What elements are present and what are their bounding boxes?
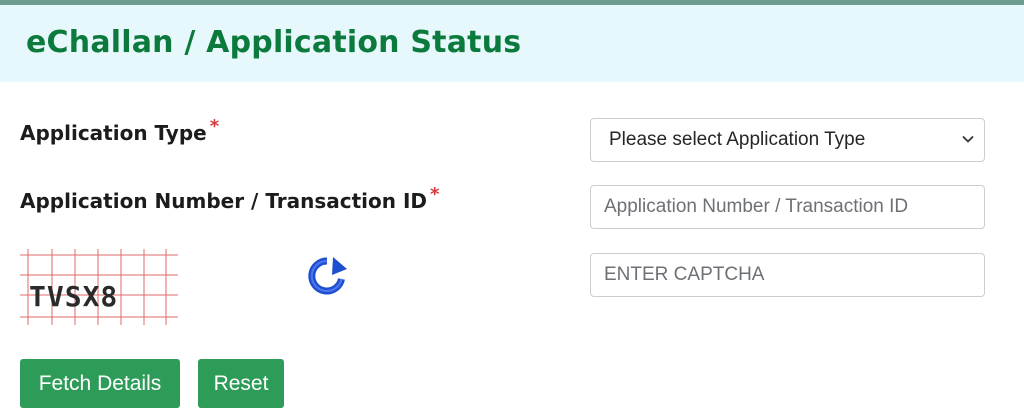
fetch-details-button[interactable]: Fetch Details <box>20 359 180 408</box>
application-type-selected-text: Please select Application Type <box>609 129 866 150</box>
application-type-label: Application Type * <box>20 116 219 145</box>
captcha-image: TVSX8 <box>20 249 178 325</box>
captcha-text: TVSX8 <box>29 280 118 313</box>
refresh-icon[interactable] <box>306 255 348 297</box>
required-marker: * <box>430 184 440 205</box>
required-marker: * <box>209 116 220 137</box>
captcha-input[interactable] <box>590 253 985 297</box>
reset-button[interactable]: Reset <box>198 359 284 408</box>
page-title: eChallan / Application Status <box>26 25 522 60</box>
application-type-label-text: Application Type <box>20 121 207 145</box>
application-number-label: Application Number / Transaction ID * <box>20 184 439 213</box>
application-type-select[interactable]: Please select Application Type <box>590 118 985 162</box>
application-number-input[interactable] <box>590 185 985 229</box>
page-header: eChallan / Application Status <box>0 5 1024 82</box>
chevron-down-icon <box>962 135 974 143</box>
application-number-label-text: Application Number / Transaction ID <box>20 189 428 213</box>
